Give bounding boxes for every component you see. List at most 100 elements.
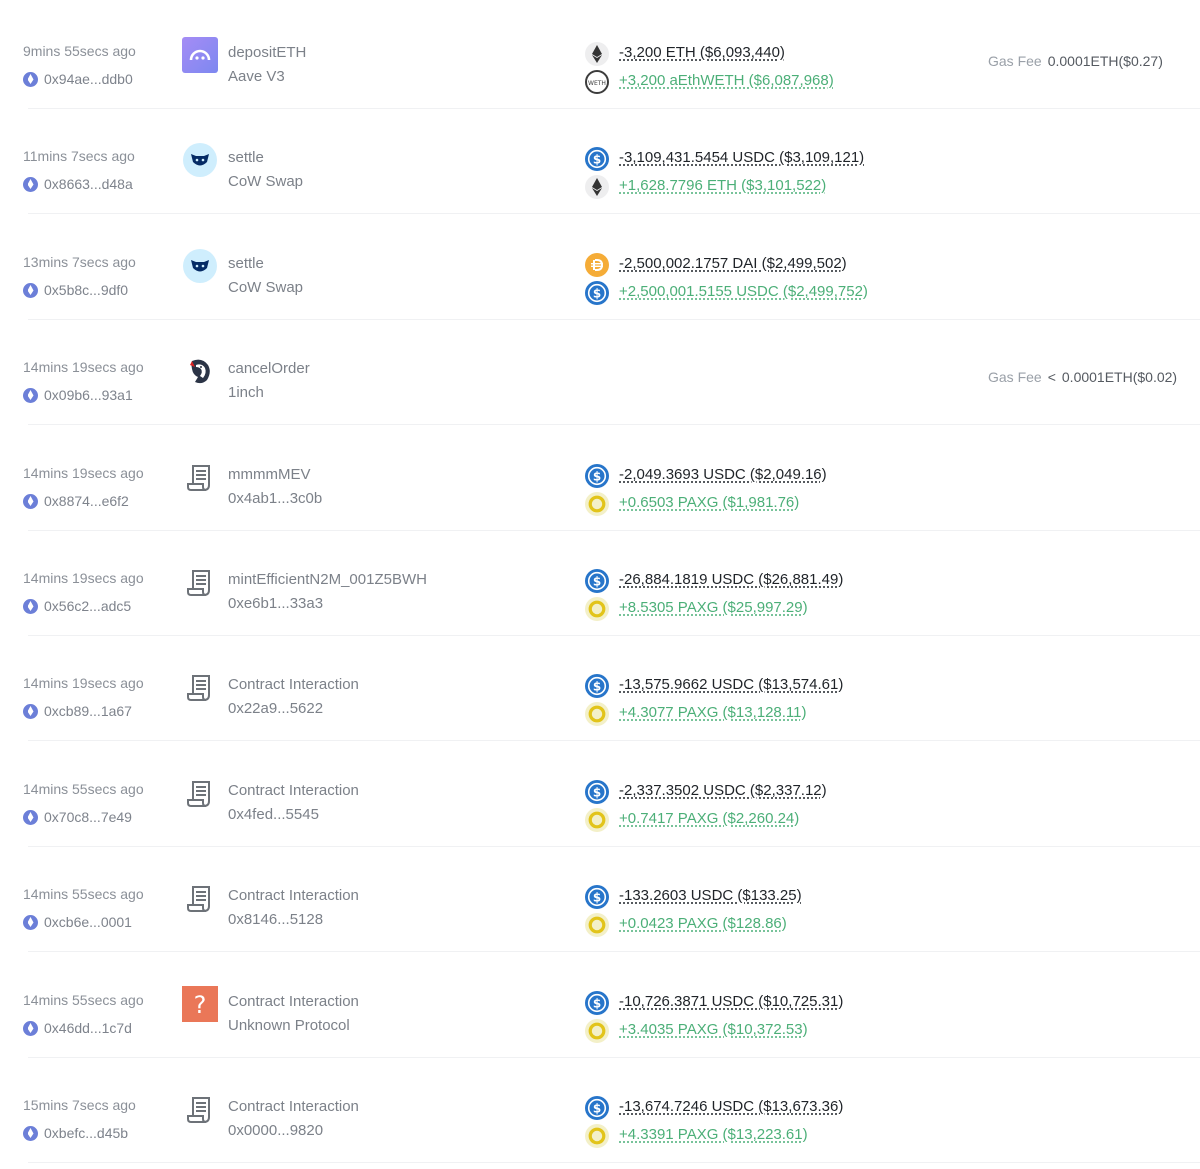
- token-transfer-amount[interactable]: -3,200 ETH ($6,093,440): [619, 44, 785, 61]
- ethereum-chain-icon: [23, 809, 38, 825]
- contract-icon: [182, 775, 218, 811]
- row-divider: [28, 951, 1200, 952]
- transaction-row: 14mins 55secs ago 0x70c8...7e49 Contract I…: [0, 748, 1200, 853]
- ethereum-chain-icon: [23, 493, 38, 509]
- token-transfer-amount[interactable]: +0.6503 PAXG ($1,981.76): [619, 494, 799, 511]
- protocol-name[interactable]: 0xe6b1...33a3: [228, 595, 323, 612]
- token-transfer-amount[interactable]: -13,674.7246 USDC ($13,673.36): [619, 1098, 843, 1115]
- from-address-text[interactable]: 0x70c8...7e49: [44, 809, 132, 825]
- cow-icon: [182, 142, 218, 178]
- ethereum-chain-icon: [23, 282, 38, 298]
- token-transfer-amount[interactable]: -2,500,002.1757 DAI ($2,499,502): [619, 255, 847, 272]
- token-transfer-amount[interactable]: -2,337.3502 USDC ($2,337.12): [619, 782, 827, 799]
- from-address[interactable]: 0xcb89...1a67: [23, 702, 132, 720]
- from-address-text[interactable]: 0xbefc...d45b: [44, 1125, 128, 1141]
- protocol-name[interactable]: 0x22a9...5622: [228, 700, 323, 717]
- transaction-row: 13mins 7secs ago 0x5b8c...9df0 settle CoW S…: [0, 221, 1200, 326]
- token-transfer-amount[interactable]: -13,575.9662 USDC ($13,574.61): [619, 676, 843, 693]
- transaction-time: 13mins 7secs ago: [23, 254, 136, 270]
- token-transfer-amount[interactable]: +4.3391 PAXG ($13,223.61): [619, 1126, 808, 1143]
- protocol-name[interactable]: 0x4fed...5545: [228, 806, 319, 823]
- gas-fee: Gas Fee <0.0001ETH($0.02): [988, 369, 1177, 385]
- from-address[interactable]: 0x46dd...1c7d: [23, 1019, 132, 1037]
- contract-icon: [182, 880, 218, 916]
- method-name: settle: [228, 149, 264, 166]
- contract-icon: [182, 459, 218, 495]
- ethereum-chain-icon: [23, 914, 38, 930]
- protocol-name[interactable]: Unknown Protocol: [228, 1017, 350, 1034]
- svg-text:$: $: [593, 469, 601, 483]
- svg-text:$: $: [593, 785, 601, 799]
- eth-token-icon: [585, 175, 609, 199]
- protocol-name[interactable]: 0x0000...9820: [228, 1122, 323, 1139]
- from-address-text[interactable]: 0x8874...e6f2: [44, 493, 129, 509]
- token-transfer-amount[interactable]: -2,049.3693 USDC ($2,049.16): [619, 466, 827, 483]
- transaction-time: 14mins 19secs ago: [23, 465, 144, 481]
- usdc-token-icon: $: [585, 464, 609, 488]
- ethereum-chain-icon: [23, 387, 38, 403]
- from-address[interactable]: 0xcb6e...0001: [23, 913, 132, 931]
- method-name: Contract Interaction: [228, 887, 359, 904]
- from-address-text[interactable]: 0x09b6...93a1: [44, 387, 133, 403]
- from-address[interactable]: 0x8663...d48a: [23, 175, 133, 193]
- from-address-text[interactable]: 0xcb89...1a67: [44, 703, 132, 719]
- from-address-text[interactable]: 0xcb6e...0001: [44, 914, 132, 930]
- dai-token-icon: [585, 253, 609, 277]
- protocol-name[interactable]: Aave V3: [228, 68, 285, 85]
- from-address-text[interactable]: 0x94ae...ddb0: [44, 71, 133, 87]
- gas-fee-label: Gas Fee: [988, 53, 1042, 69]
- from-address[interactable]: 0xbefc...d45b: [23, 1124, 128, 1142]
- svg-text:$: $: [593, 286, 601, 300]
- unknown-protocol-icon: ?: [182, 986, 218, 1022]
- transaction-time: 9mins 55secs ago: [23, 43, 136, 59]
- from-address-text[interactable]: 0x46dd...1c7d: [44, 1020, 132, 1036]
- protocol-name[interactable]: 0x4ab1...3c0b: [228, 490, 322, 507]
- token-transfer-amount[interactable]: +0.0423 PAXG ($128.86): [619, 915, 787, 932]
- transaction-time: 14mins 55secs ago: [23, 992, 144, 1008]
- paxg-token-icon: [585, 913, 609, 937]
- token-transfer-amount[interactable]: +0.7417 PAXG ($2,260.24): [619, 810, 799, 827]
- ethereum-chain-icon: [23, 176, 38, 192]
- svg-text:$: $: [593, 890, 601, 904]
- protocol-name[interactable]: 0x8146...5128: [228, 911, 323, 928]
- from-address[interactable]: 0x70c8...7e49: [23, 808, 132, 826]
- from-address[interactable]: 0x09b6...93a1: [23, 386, 133, 404]
- token-transfer-amount[interactable]: +3.4035 PAXG ($10,372.53): [619, 1021, 808, 1038]
- gas-fee-label: Gas Fee: [988, 369, 1042, 385]
- transaction-row: 14mins 55secs ago 0x46dd...1c7d? Contract …: [0, 959, 1200, 1064]
- from-address[interactable]: 0x5b8c...9df0: [23, 281, 128, 299]
- token-transfer-amount[interactable]: +1,628.7796 ETH ($3,101,522): [619, 177, 826, 194]
- transaction-row: 15mins 7secs ago 0xbefc...d45b Contract In…: [0, 1064, 1200, 1169]
- from-address-text[interactable]: 0x5b8c...9df0: [44, 282, 128, 298]
- token-transfer-amount[interactable]: +4.3077 PAXG ($13,128.11): [619, 704, 807, 721]
- from-address[interactable]: 0x94ae...ddb0: [23, 70, 133, 88]
- ethereum-chain-icon: [23, 598, 38, 614]
- transaction-row: 14mins 55secs ago 0xcb6e...0001 Contract I…: [0, 853, 1200, 958]
- aweth-token-icon: WETH: [585, 70, 609, 94]
- transaction-time: 14mins 55secs ago: [23, 886, 144, 902]
- token-transfer-amount[interactable]: +2,500,001.5155 USDC ($2,499,752): [619, 283, 868, 300]
- usdc-token-icon: $: [585, 147, 609, 171]
- row-divider: [28, 846, 1200, 847]
- from-address-text[interactable]: 0x8663...d48a: [44, 176, 133, 192]
- method-name: Contract Interaction: [228, 993, 359, 1010]
- protocol-name[interactable]: 1inch: [228, 384, 264, 401]
- token-transfer-amount[interactable]: +8.5305 PAXG ($25,997.29): [619, 599, 808, 616]
- token-transfer-amount[interactable]: -133.2603 USDC ($133.25): [619, 887, 802, 904]
- oneinch-icon: [182, 353, 218, 389]
- from-address[interactable]: 0x56c2...adc5: [23, 597, 131, 615]
- token-transfer-amount[interactable]: -10,726.3871 USDC ($10,725.31): [619, 993, 843, 1010]
- gas-fee-value: 0.0001ETH($0.27): [1047, 53, 1163, 69]
- protocol-name[interactable]: CoW Swap: [228, 279, 303, 296]
- token-transfer-amount[interactable]: +3,200 aEthWETH ($6,087,968): [619, 72, 834, 89]
- transaction-row: 9mins 55secs ago 0x94ae...ddb0 depositETH A…: [0, 10, 1200, 115]
- cow-icon: [182, 248, 218, 284]
- from-address-text[interactable]: 0x56c2...adc5: [44, 598, 131, 614]
- from-address[interactable]: 0x8874...e6f2: [23, 492, 129, 510]
- token-transfer-amount[interactable]: -26,884.1819 USDC ($26,881.49): [619, 571, 843, 588]
- contract-icon: [182, 564, 218, 600]
- token-transfer-amount[interactable]: -3,109,431.5454 USDC ($3,109,121): [619, 149, 864, 166]
- row-divider: [28, 319, 1200, 320]
- protocol-name[interactable]: CoW Swap: [228, 173, 303, 190]
- transaction-time: 14mins 55secs ago: [23, 781, 144, 797]
